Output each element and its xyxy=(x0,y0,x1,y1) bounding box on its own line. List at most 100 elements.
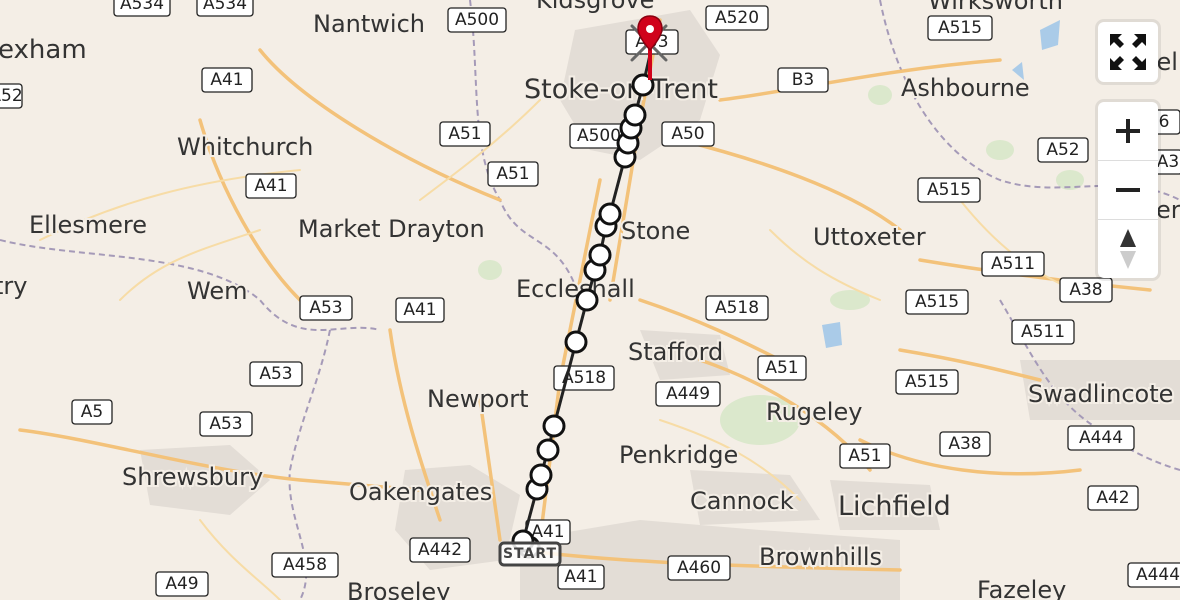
waypoint-marker[interactable] xyxy=(564,330,588,354)
town-label: Shrewsbury xyxy=(122,463,263,491)
town-label: Stone xyxy=(621,217,690,245)
road-shield: A520 xyxy=(705,5,769,31)
svg-text:A518: A518 xyxy=(715,298,759,318)
town-label: Wirksworth xyxy=(928,0,1063,15)
svg-text:A51: A51 xyxy=(765,358,798,378)
start-label: START xyxy=(503,546,557,562)
svg-text:A442: A442 xyxy=(418,540,462,560)
town-label: Newport xyxy=(427,385,529,413)
town-label: Broseley xyxy=(347,578,450,600)
road-shield: A460 xyxy=(667,555,731,581)
waypoint-marker[interactable] xyxy=(623,103,647,127)
zoom-controls xyxy=(1098,102,1158,278)
town-label: Stafford xyxy=(628,338,723,366)
road-shield: A449 xyxy=(655,381,721,407)
town-label: Penkridge xyxy=(619,441,738,469)
fullscreen-icon xyxy=(1110,34,1146,70)
road-shield: A515 xyxy=(927,15,993,41)
road-shield: A534 xyxy=(196,0,254,17)
svg-text:A53: A53 xyxy=(209,414,242,434)
svg-text:A449: A449 xyxy=(666,384,710,404)
road-shield: A41 xyxy=(245,173,297,199)
svg-text:A52: A52 xyxy=(1046,140,1079,160)
svg-text:A5: A5 xyxy=(81,402,103,422)
svg-text:A444: A444 xyxy=(1136,565,1180,585)
road-shield: A518 xyxy=(705,295,769,321)
waypoint-marker[interactable] xyxy=(588,243,612,267)
svg-text:A53: A53 xyxy=(309,298,342,318)
waypoint-marker[interactable] xyxy=(536,438,560,462)
svg-text:A50: A50 xyxy=(671,124,704,144)
waypoint-marker[interactable] xyxy=(529,463,553,487)
waypoint-marker[interactable] xyxy=(598,202,622,226)
town-label: Brownhills xyxy=(759,543,882,571)
road-shield: A51 xyxy=(439,121,491,147)
town-label: Market Drayton xyxy=(298,215,485,243)
road-shield: A515 xyxy=(917,177,981,203)
svg-text:A520: A520 xyxy=(715,8,759,28)
road-shield: B3 xyxy=(777,67,829,93)
waypoint-marker[interactable] xyxy=(542,414,566,438)
road-shield: A50 xyxy=(661,121,715,147)
minus-icon xyxy=(1116,188,1140,192)
town-label: Ellesmere xyxy=(29,211,147,239)
svg-text:B3: B3 xyxy=(792,70,814,90)
svg-text:A42: A42 xyxy=(1096,488,1129,508)
svg-text:A511: A511 xyxy=(991,254,1035,274)
svg-text:A500: A500 xyxy=(577,126,621,146)
map-canvas[interactable]: Kidsgrove Wirksworth Nantwich exham Stok… xyxy=(0,0,1180,600)
road-shield: A442 xyxy=(409,537,471,563)
road-shield: A5 xyxy=(71,399,113,425)
road-shield: A42 xyxy=(1087,485,1139,511)
zoom-out-button[interactable] xyxy=(1098,161,1158,220)
svg-text:A515: A515 xyxy=(927,180,971,200)
road-shield: A444 xyxy=(1127,562,1180,588)
start-marker[interactable]: START xyxy=(498,541,562,567)
waypoint-marker[interactable] xyxy=(575,288,599,312)
town-label: Uttoxeter xyxy=(813,223,926,251)
town-label: Wem xyxy=(187,277,247,305)
road-shield: A52 xyxy=(1037,137,1089,163)
fullscreen-button[interactable] xyxy=(1098,22,1158,82)
town-label: try xyxy=(0,272,27,300)
road-shield: A534 xyxy=(113,0,171,17)
svg-text:A534: A534 xyxy=(203,0,247,14)
svg-text:A41: A41 xyxy=(210,70,243,90)
town-label: Cannock xyxy=(690,487,794,515)
town-label: Rugeley xyxy=(766,398,862,426)
svg-text:A534: A534 xyxy=(120,0,164,14)
svg-text:A458: A458 xyxy=(283,555,327,575)
road-shield: A511 xyxy=(981,251,1045,277)
compass-button[interactable] xyxy=(1098,220,1158,278)
town-label: Nantwich xyxy=(313,10,425,38)
town-label: Ashbourne xyxy=(901,74,1030,102)
road-shield: A51 xyxy=(757,355,807,381)
road-shield: A38 xyxy=(939,431,991,457)
road-shield: A515 xyxy=(895,369,959,395)
road-shield: A49 xyxy=(155,571,209,597)
town-label: exham xyxy=(0,35,87,65)
zoom-in-button[interactable] xyxy=(1098,102,1158,161)
svg-text:A49: A49 xyxy=(165,574,198,594)
svg-text:A51: A51 xyxy=(496,164,529,184)
town-label: Oakengates xyxy=(349,478,492,506)
road-shield: A41 xyxy=(395,297,445,323)
road-shield: A511 xyxy=(1011,319,1075,345)
town-label: Swadlincote xyxy=(1028,380,1173,408)
town-label: Lichfield xyxy=(838,491,951,522)
road-shield: A458 xyxy=(271,552,339,578)
svg-text:A51: A51 xyxy=(848,446,881,466)
svg-text:A444: A444 xyxy=(1079,428,1123,448)
svg-text:A500: A500 xyxy=(455,10,499,30)
road-shield: A52 xyxy=(0,83,23,109)
compass-icon xyxy=(1120,229,1136,269)
svg-text:A511: A511 xyxy=(1021,322,1065,342)
town-label: Fazeley xyxy=(977,576,1066,600)
svg-text:A38: A38 xyxy=(1069,280,1102,300)
town-label: erl xyxy=(1156,196,1180,224)
svg-text:A53: A53 xyxy=(259,364,292,384)
svg-text:A41: A41 xyxy=(254,176,287,196)
town-label: Eccleshall xyxy=(516,275,635,303)
svg-text:A38: A38 xyxy=(948,434,981,454)
svg-text:A515: A515 xyxy=(905,372,949,392)
